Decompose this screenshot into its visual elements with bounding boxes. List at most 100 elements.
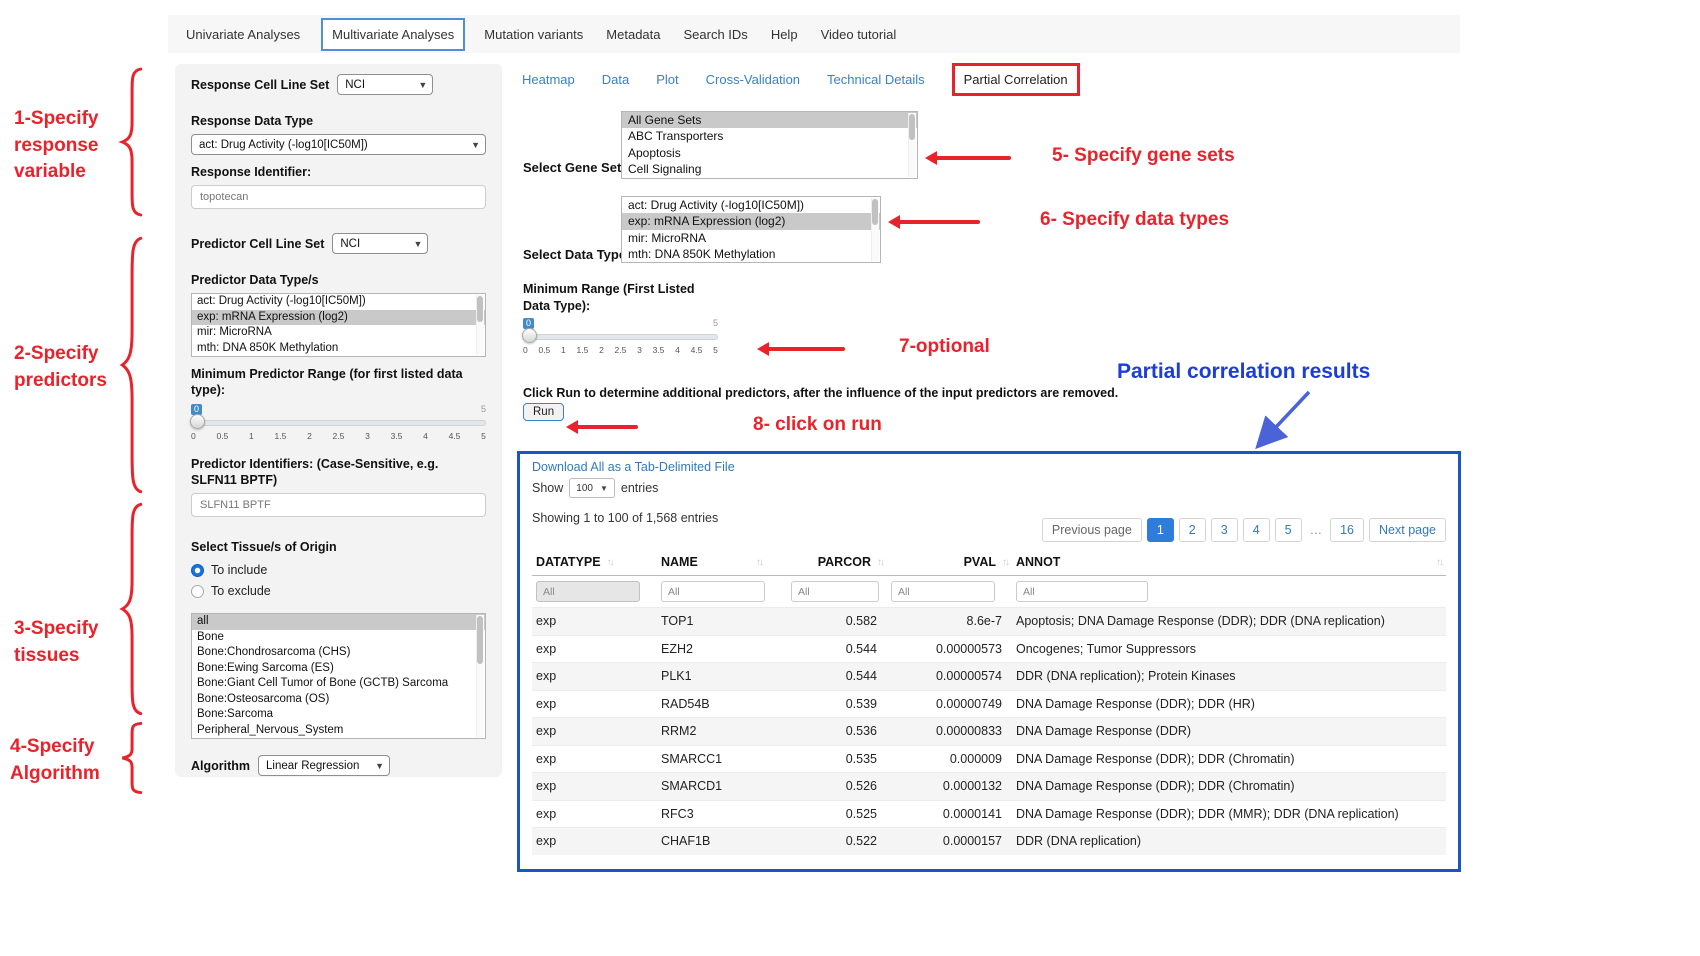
filter-input-parcor[interactable]	[791, 581, 879, 602]
scrollbar-track[interactable]	[908, 113, 916, 177]
data-types-list[interactable]: act: Drug Activity (-log10[IC50M]) exp: …	[621, 196, 881, 263]
response-data-type-value: act: Drug Activity (-log10[IC50M])	[199, 139, 368, 151]
nav-video-tutorial[interactable]: Video tutorial	[819, 19, 899, 50]
predictor-cell-line-select[interactable]: NCI ▼	[332, 233, 428, 254]
scrollbar-track[interactable]	[476, 295, 484, 355]
filter-input-datatype[interactable]	[536, 581, 640, 602]
scrollbar-thumb[interactable]	[477, 616, 483, 664]
sort-icon[interactable]: ↑↓	[877, 557, 883, 568]
radio-to-exclude[interactable]: To exclude	[191, 583, 486, 599]
list-option[interactable]: ABC Transporters	[622, 128, 917, 144]
column-header-datatype[interactable]: DATATYPE ↑↓	[532, 555, 657, 569]
sort-icon[interactable]: ↑↓	[756, 557, 762, 568]
radio-button-icon[interactable]	[191, 564, 204, 577]
scrollbar-thumb[interactable]	[477, 296, 483, 322]
list-option-selected[interactable]: exp: mRNA Expression (log2)	[622, 213, 880, 229]
list-option[interactable]: act: Drug Activity (-log10[IC50M])	[622, 197, 880, 213]
filter-input-annot[interactable]	[1016, 581, 1148, 602]
sort-icon[interactable]: ↑↓	[1436, 557, 1442, 568]
cell-pval: 0.0000141	[887, 807, 1012, 821]
previous-page-button[interactable]: Previous page	[1042, 518, 1142, 542]
column-header-parcor[interactable]: PARCOR ↑↓	[787, 555, 887, 569]
tab-data[interactable]: Data	[602, 72, 629, 87]
list-option[interactable]: Peripheral_Nervous_System	[192, 723, 485, 739]
list-option[interactable]: Bone:Sarcoma	[192, 707, 485, 723]
nav-search-ids[interactable]: Search IDs	[682, 19, 750, 50]
list-option-selected[interactable]: All Gene Sets	[622, 112, 917, 128]
scrollbar-track[interactable]	[476, 615, 484, 737]
slider-track[interactable]	[523, 334, 718, 340]
table-row[interactable]: exp SMARCC1 0.535 0.000009 DNA Damage Re…	[532, 745, 1446, 773]
tab-heatmap[interactable]: Heatmap	[522, 72, 575, 87]
list-option[interactable]: mir: MicroRNA	[622, 230, 880, 246]
slider-handle[interactable]	[522, 328, 537, 343]
sort-icon[interactable]: ↑↓	[1002, 557, 1008, 568]
table-row[interactable]: exp RRM2 0.536 0.00000833 DNA Damage Res…	[532, 717, 1446, 745]
scrollbar-thumb[interactable]	[872, 199, 878, 225]
nav-metadata[interactable]: Metadata	[604, 19, 662, 50]
predictor-data-types-label: Predictor Data Type/s	[191, 272, 486, 288]
table-row[interactable]: exp RAD54B 0.539 0.00000749 DNA Damage R…	[532, 690, 1446, 718]
page-button-5[interactable]: 5	[1275, 518, 1302, 542]
slider-handle[interactable]	[190, 414, 205, 429]
table-row[interactable]: exp EZH2 0.544 0.00000573 Oncogenes; Tum…	[532, 635, 1446, 663]
list-option[interactable]: mth: DNA 850K Methylation	[622, 246, 880, 262]
list-option[interactable]: Bone	[192, 630, 485, 646]
entries-count-select[interactable]: 100 ▼	[569, 478, 615, 498]
radio-button-icon[interactable]	[191, 585, 204, 598]
page-button-2[interactable]: 2	[1179, 518, 1206, 542]
list-option[interactable]: Cell Signaling	[622, 161, 917, 177]
download-tab-delimited-link[interactable]: Download All as a Tab-Delimited File	[532, 460, 735, 474]
list-option[interactable]: mth: DNA 850K Methylation	[192, 341, 485, 357]
nav-univariate-analyses[interactable]: Univariate Analyses	[184, 19, 302, 50]
slider-track[interactable]	[191, 420, 486, 426]
predictor-data-types-list[interactable]: act: Drug Activity (-log10[IC50M]) exp: …	[191, 293, 486, 357]
list-option-selected[interactable]: exp: mRNA Expression (log2)	[192, 310, 485, 326]
table-row[interactable]: exp PLK1 0.544 0.00000574 DDR (DNA repli…	[532, 662, 1446, 690]
radio-to-include[interactable]: To include	[191, 562, 486, 578]
response-cell-line-select[interactable]: NCI ▼	[337, 74, 433, 95]
list-option[interactable]: mir: MicroRNA	[192, 325, 485, 341]
run-button[interactable]: Run	[523, 403, 564, 421]
gene-sets-list[interactable]: All Gene Sets ABC Transporters Apoptosis…	[621, 111, 918, 179]
tab-cross-validation[interactable]: Cross-Validation	[706, 72, 800, 87]
list-option[interactable]: Bone:Ewing Sarcoma (ES)	[192, 661, 485, 677]
sort-icon[interactable]: ↑↓	[607, 557, 613, 568]
nav-help[interactable]: Help	[769, 19, 800, 50]
list-option[interactable]: act: Drug Activity (-log10[IC50M])	[192, 294, 485, 310]
table-row[interactable]: exp TOP1 0.582 8.6e-7 Apoptosis; DNA Dam…	[532, 607, 1446, 635]
list-option[interactable]: Bone:Chondrosarcoma (CHS)	[192, 645, 485, 661]
next-page-button[interactable]: Next page	[1369, 518, 1446, 542]
cell-parcor: 0.544	[787, 642, 887, 656]
response-data-type-select[interactable]: act: Drug Activity (-log10[IC50M]) ▼	[191, 134, 486, 155]
page-button-1[interactable]: 1	[1147, 518, 1174, 542]
tab-plot[interactable]: Plot	[656, 72, 678, 87]
nav-multivariate-analyses[interactable]: Multivariate Analyses	[321, 18, 465, 51]
show-entries-control: Show 100 ▼ entries	[532, 478, 1446, 498]
table-row[interactable]: exp SMARCD1 0.526 0.0000132 DNA Damage R…	[532, 772, 1446, 800]
tab-technical-details[interactable]: Technical Details	[827, 72, 925, 87]
nav-mutation-variants[interactable]: Mutation variants	[482, 19, 585, 50]
list-option[interactable]: Bone:Giant Cell Tumor of Bone (GCTB) Sar…	[192, 676, 485, 692]
algorithm-select[interactable]: Linear Regression ▼	[258, 755, 390, 776]
list-option-selected[interactable]: all	[192, 614, 485, 630]
column-header-name[interactable]: NAME ↑↓	[657, 555, 787, 569]
table-row[interactable]: exp RFC3 0.525 0.0000141 DNA Damage Resp…	[532, 800, 1446, 828]
response-identifier-input[interactable]	[191, 185, 486, 209]
page-button-3[interactable]: 3	[1211, 518, 1238, 542]
table-row[interactable]: exp CHAF1B 0.522 0.0000157 DDR (DNA repl…	[532, 827, 1446, 855]
filter-input-name[interactable]	[661, 581, 765, 602]
brace-step2	[118, 233, 144, 497]
scrollbar-thumb[interactable]	[909, 114, 915, 140]
page-button-4[interactable]: 4	[1243, 518, 1270, 542]
page-button-16[interactable]: 16	[1330, 518, 1364, 542]
filter-input-pval[interactable]	[891, 581, 995, 602]
column-header-pval[interactable]: PVAL ↑↓	[887, 555, 1012, 569]
column-header-annot[interactable]: ANNOT ↑↓	[1012, 555, 1446, 569]
predictor-identifiers-input[interactable]	[191, 493, 486, 517]
list-option[interactable]: Bone:Osteosarcoma (OS)	[192, 692, 485, 708]
tab-partial-correlation[interactable]: Partial Correlation	[952, 63, 1080, 96]
tissue-origin-list[interactable]: all Bone Bone:Chondrosarcoma (CHS) Bone:…	[191, 613, 486, 739]
list-option[interactable]: Apoptosis	[622, 145, 917, 161]
scrollbar-track[interactable]	[871, 198, 879, 261]
